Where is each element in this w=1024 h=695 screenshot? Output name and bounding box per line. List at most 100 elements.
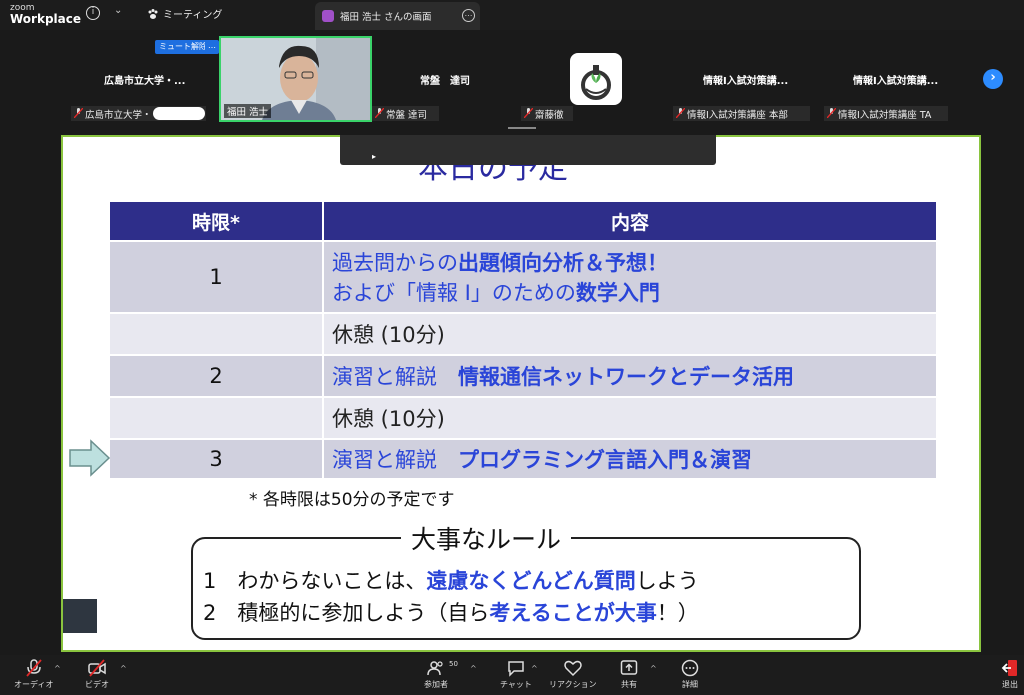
tag-label: 常盤 達司 bbox=[386, 110, 428, 121]
participant-tag: 情報Ⅰ入試対策講座 本部 bbox=[673, 106, 810, 121]
participants-button[interactable]: 参加者 bbox=[424, 659, 448, 690]
content-cell: 過去問からの出題傾向分析＆予想！ および「情報 I」のための数学入門 bbox=[322, 240, 938, 314]
participant-tag: 齋藤徹 bbox=[521, 106, 573, 121]
flask-icon bbox=[581, 65, 611, 100]
participant-strip: 広島市立大学・... ミュート解除 … 福田 浩士 常盤 達司 情報Ⅰ入試対策講… bbox=[0, 30, 1024, 135]
rules-title: 大事なルール bbox=[401, 520, 572, 556]
tag-label: 齋藤徹 bbox=[535, 110, 564, 121]
rule-bold: 考えることが大事 bbox=[489, 601, 657, 625]
details-button[interactable]: 詳細 bbox=[681, 659, 699, 690]
meeting-menu[interactable]: ミーティング bbox=[147, 6, 222, 21]
more-options-icon[interactable]: … bbox=[462, 9, 475, 22]
share-toolbar-overlay[interactable]: ▸ bbox=[340, 135, 716, 165]
share-button[interactable]: 共有 bbox=[620, 659, 638, 690]
tag-label: 情報Ⅰ入試対策講座 TA bbox=[838, 110, 932, 121]
tag-label: 広島市立大学・ bbox=[85, 110, 152, 121]
unmute-button[interactable]: ミュート解除 bbox=[155, 40, 211, 54]
camera-off-icon bbox=[88, 659, 106, 677]
share-options-caret[interactable]: ^ bbox=[650, 664, 657, 673]
rule-text: しよう bbox=[635, 569, 699, 593]
mic-off-icon bbox=[524, 108, 533, 118]
audio-button[interactable]: オーディオ bbox=[14, 659, 53, 690]
participants-options-caret[interactable]: ^ bbox=[470, 664, 477, 673]
chat-button[interactable]: チャット bbox=[500, 659, 532, 690]
share-screen-icon bbox=[620, 660, 638, 675]
participant-more-button[interactable]: … bbox=[205, 40, 219, 54]
more-icon bbox=[681, 659, 699, 677]
audio-label: オーディオ bbox=[14, 680, 54, 689]
content-text: および「情報 I」のための bbox=[332, 281, 576, 305]
period-cell: 1 bbox=[108, 240, 324, 314]
participant-tag: 常盤 達司 bbox=[372, 106, 439, 121]
shared-slide: 本日の予定 時限* 内容 1 過去問からの出題傾向分析＆予想！ および「情報 I… bbox=[61, 135, 981, 652]
table-header-row: 時限* 内容 bbox=[108, 200, 938, 242]
share-label: 共有 bbox=[621, 680, 637, 689]
flask-logo-avatar bbox=[570, 53, 622, 105]
strip-scroll-indicator bbox=[508, 127, 536, 129]
content-bold: 出題傾向分析＆予想！ bbox=[458, 251, 668, 275]
rule-text: わからないことは、 bbox=[237, 569, 427, 593]
chat-options-caret[interactable]: ^ bbox=[531, 664, 538, 673]
leave-button[interactable]: 退出 bbox=[1001, 659, 1019, 690]
tag-label: 情報Ⅰ入試対策講座 本部 bbox=[687, 110, 788, 121]
period-cell bbox=[108, 312, 324, 356]
table-row: 3 演習と解説 プログラミング言語入門＆演習 bbox=[108, 438, 938, 480]
header-content: 内容 bbox=[322, 200, 938, 242]
details-label: 詳細 bbox=[682, 680, 698, 689]
audio-options-caret[interactable]: ^ bbox=[54, 664, 61, 673]
leave-icon bbox=[1001, 660, 1017, 676]
participants-label: 参加者 bbox=[424, 680, 448, 689]
rule-number: 2 bbox=[203, 601, 217, 625]
mic-off-icon bbox=[676, 108, 685, 118]
rule-text: 積極的に参加しよう（自ら bbox=[237, 601, 490, 625]
mic-off-icon bbox=[375, 108, 384, 118]
participant-tag: 情報Ⅰ入試対策講座 TA bbox=[824, 106, 948, 121]
reaction-label: リアクション bbox=[549, 680, 597, 689]
participant-count: 50 bbox=[449, 660, 458, 668]
period-cell bbox=[108, 396, 324, 440]
screen-share-icon bbox=[322, 10, 334, 22]
current-period-arrow-icon bbox=[69, 439, 111, 477]
video-name-label: 福田 浩士 bbox=[224, 104, 272, 118]
content-text: 過去問からの bbox=[332, 251, 458, 275]
content-bold: 数学入門 bbox=[575, 281, 660, 305]
video-button[interactable]: ビデオ bbox=[85, 659, 109, 690]
leave-label: 退出 bbox=[1002, 680, 1018, 689]
content-cell: 演習と解説 情報通信ネットワークとデータ活用 bbox=[322, 354, 938, 398]
period-cell: 2 bbox=[108, 354, 324, 398]
shared-screen-area: 本日の予定 時限* 内容 1 過去問からの出題傾向分析＆予想！ および「情報 I… bbox=[0, 135, 1024, 655]
rule-1: 1 わからないことは、遠慮なくどんどん質問しよう bbox=[203, 565, 699, 595]
mic-muted-icon bbox=[26, 659, 42, 677]
mic-off-icon bbox=[74, 108, 83, 118]
content-text: 演習と解説 bbox=[332, 448, 458, 472]
rule-bold: 遠慮なくどんどん質問 bbox=[426, 569, 636, 593]
rules-title-line-right bbox=[631, 537, 661, 539]
participant-tile-name: 情報Ⅰ入試対策講... bbox=[703, 76, 789, 87]
rule-text: ！） bbox=[656, 601, 699, 625]
table-row: 1 過去問からの出題傾向分析＆予想！ および「情報 I」のための数学入門 bbox=[108, 240, 938, 314]
participant-tile-name: 情報Ⅰ入試対策講... bbox=[853, 76, 939, 87]
header-period: 時限* bbox=[108, 200, 324, 242]
chevron-down-icon[interactable]: ⌄ bbox=[114, 5, 122, 16]
brand-line2: Workplace bbox=[10, 12, 82, 26]
period-cell: 3 bbox=[108, 438, 324, 480]
content-cell: 演習と解説 プログラミング言語入門＆演習 bbox=[322, 438, 938, 480]
rule-number: 1 bbox=[203, 569, 217, 593]
heart-icon bbox=[564, 660, 582, 677]
chat-icon bbox=[508, 661, 524, 677]
share-screen-tab[interactable]: 福田 浩士 さんの画面 … bbox=[315, 2, 480, 30]
table-row: 2 演習と解説 情報通信ネットワークとデータ活用 bbox=[108, 354, 938, 398]
content-bold: プログラミング言語入門＆演習 bbox=[458, 448, 752, 472]
participant-tile-name: 常盤 達司 bbox=[420, 76, 470, 87]
content-bold: 情報通信ネットワークとデータ活用 bbox=[458, 365, 794, 389]
content-cell: 休憩 (10分) bbox=[322, 312, 938, 356]
active-speaker-video[interactable]: 福田 浩士 bbox=[219, 36, 372, 122]
video-options-caret[interactable]: ^ bbox=[120, 664, 127, 673]
reaction-button[interactable]: リアクション bbox=[549, 659, 597, 690]
info-icon[interactable]: i bbox=[86, 6, 100, 20]
next-page-button[interactable]: › bbox=[983, 69, 1003, 89]
table-row: 休憩 (10分) bbox=[108, 396, 938, 440]
participants-icon bbox=[427, 661, 443, 676]
slide-decoration-square bbox=[63, 599, 97, 633]
title-bar: zoom Workplace i ⌄ ミーティング 福田 浩士 さんの画面 … bbox=[0, 0, 1024, 30]
